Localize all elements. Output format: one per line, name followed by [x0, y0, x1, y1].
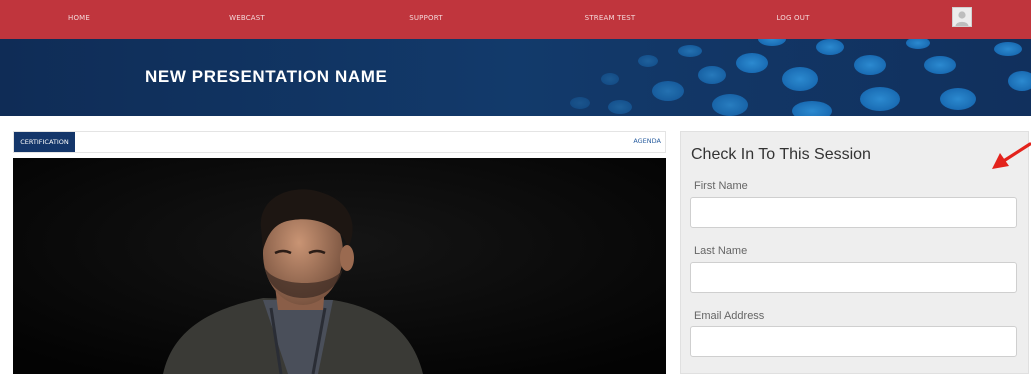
annotation-arrow-icon: [992, 142, 1031, 169]
email-address-label: Email Address: [694, 310, 765, 322]
last-name-label: Last Name: [694, 245, 748, 257]
top-navigation: HOME WEBCAST SUPPORT STREAM TEST LOG OUT: [0, 0, 1031, 39]
email-address-field[interactable]: [690, 326, 1017, 357]
first-name-label: First Name: [694, 180, 748, 192]
presentation-banner: NEW PRESENTATION NAME: [0, 39, 1031, 116]
session-tab-bar: CERTIFICATION AGENDA: [13, 131, 666, 153]
first-name-field[interactable]: [690, 197, 1017, 228]
nav-log-out[interactable]: LOG OUT: [776, 14, 809, 22]
video-player[interactable]: [13, 158, 666, 374]
nav-home[interactable]: HOME: [68, 14, 90, 22]
page-title: NEW PRESENTATION NAME: [145, 67, 388, 86]
nav-webcast[interactable]: WEBCAST: [229, 14, 265, 22]
nav-stream-test[interactable]: STREAM TEST: [585, 14, 636, 22]
check-in-title: Check In To This Session: [691, 146, 871, 163]
tab-certification[interactable]: CERTIFICATION: [14, 132, 75, 152]
user-avatar-icon[interactable]: [952, 7, 972, 27]
speaker-video-frame: [13, 158, 666, 374]
tab-agenda[interactable]: AGENDA: [633, 132, 661, 152]
last-name-field[interactable]: [690, 262, 1017, 293]
nav-support[interactable]: SUPPORT: [409, 14, 443, 22]
